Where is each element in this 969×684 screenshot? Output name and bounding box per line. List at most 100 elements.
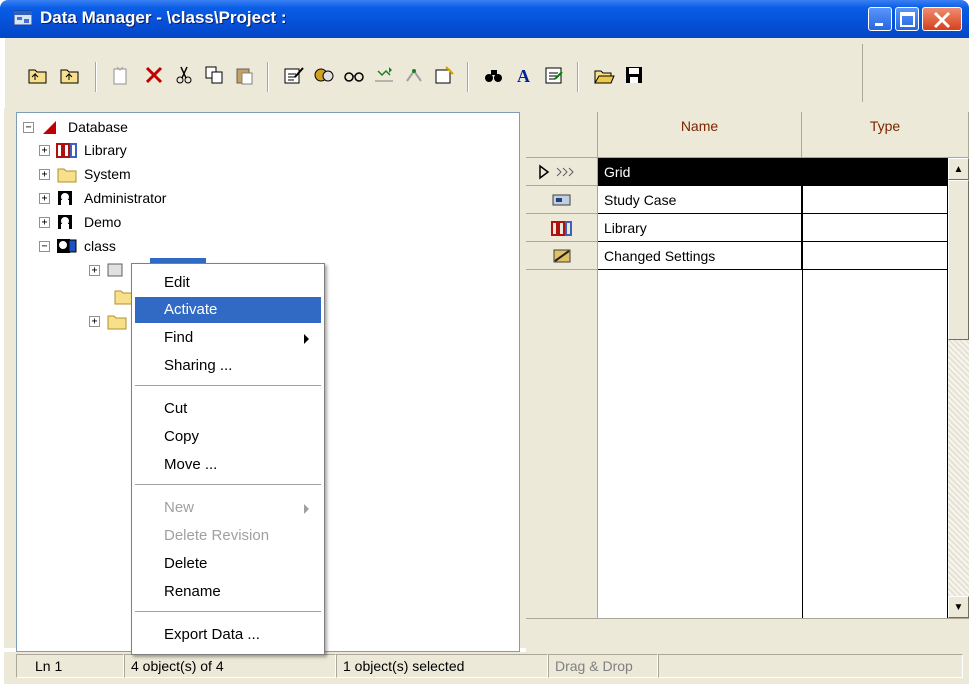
cell-type[interactable] <box>802 186 948 214</box>
delete-icon[interactable] <box>143 64 165 86</box>
table-row[interactable]: Changed Settings <box>526 242 948 270</box>
tree-item-library[interactable]: + Library <box>39 138 127 162</box>
tree-item-label: Demo <box>84 214 122 230</box>
row-header <box>526 158 598 186</box>
expand-icon[interactable]: + <box>39 144 50 156</box>
show-references-icon[interactable] <box>343 64 365 86</box>
expand-icon[interactable]: + <box>39 216 50 228</box>
scroll-down-icon[interactable]: ▼ <box>948 596 969 618</box>
maximize-button[interactable] <box>895 7 919 31</box>
column-header-name[interactable]: Name <box>598 112 802 158</box>
menu-separator <box>135 385 321 386</box>
menu-item-rename[interactable]: Rename <box>135 579 321 605</box>
print-edit-icon[interactable] <box>543 64 565 86</box>
menu-item-find[interactable]: Find <box>135 325 321 351</box>
new-object-icon[interactable] <box>109 64 131 86</box>
table-row[interactable]: Study Case <box>526 186 948 214</box>
paste-icon[interactable] <box>233 64 255 86</box>
scroll-thumb[interactable] <box>948 180 969 340</box>
cut-icon[interactable] <box>173 64 195 86</box>
grid-header: Name Type <box>526 112 969 158</box>
toolbar: A <box>4 38 969 108</box>
scroll-up-icon[interactable]: ▲ <box>948 158 969 180</box>
tree-item-label: Administrator <box>84 190 167 206</box>
up-level-icon[interactable] <box>59 64 81 86</box>
find-icon[interactable] <box>483 64 505 86</box>
folder-icon <box>56 165 78 183</box>
collapse-icon[interactable]: − <box>39 240 50 252</box>
copy-icon[interactable] <box>203 64 225 86</box>
toolbar-row: A <box>5 44 863 102</box>
close-button[interactable] <box>922 7 962 31</box>
menu-item-activate[interactable]: Activate <box>135 297 321 323</box>
svg-text:A: A <box>517 66 530 85</box>
tree-item-database[interactable]: − Database <box>23 115 128 139</box>
vertical-scrollbar[interactable]: ▲ ▼ <box>948 158 969 618</box>
table-row[interactable]: Library <box>526 214 948 242</box>
title-bar: Data Manager - \class\Project : <box>0 0 969 38</box>
menu-item-sharing[interactable]: Sharing ... <box>135 353 321 379</box>
menu-item-delete-revision[interactable]: Delete Revision <box>135 523 321 549</box>
cell-name[interactable]: Changed Settings <box>598 242 802 270</box>
submenu-arrow-icon <box>304 334 309 344</box>
tree-item-administrator[interactable]: + Administrator <box>39 186 166 210</box>
tree-item-class[interactable]: − class <box>39 234 116 258</box>
cell-type[interactable] <box>802 242 948 270</box>
menu-item-move[interactable]: Move ... <box>135 452 321 478</box>
menu-item-new[interactable]: New <box>135 495 321 521</box>
cell-type[interactable] <box>802 158 948 186</box>
tree-item-label: System <box>84 166 131 182</box>
tree-item-label: class <box>84 238 116 254</box>
user-icon <box>56 189 78 207</box>
expand-icon[interactable]: + <box>89 264 100 276</box>
cell-name[interactable]: Study Case <box>598 186 802 214</box>
grid-footer <box>526 618 969 652</box>
tree-item-system[interactable]: + System <box>39 162 131 186</box>
tree-item-folder[interactable]: + <box>89 309 134 333</box>
status-bar: Ln 1 4 object(s) of 4 1 object(s) select… <box>4 652 969 684</box>
status-object-count: 4 object(s) of 4 <box>124 654 336 678</box>
up-folder-icon[interactable] <box>27 64 49 86</box>
save-icon[interactable] <box>623 64 645 86</box>
column-header-type[interactable]: Type <box>802 112 969 158</box>
menu-item-delete[interactable]: Delete <box>135 551 321 577</box>
row-header <box>526 242 598 270</box>
row-header <box>526 186 598 214</box>
open-folder-icon[interactable] <box>593 64 615 86</box>
study-case-icon <box>552 194 570 205</box>
menu-separator <box>135 484 321 485</box>
tree-item-project[interactable]: + <box>89 258 134 282</box>
cell-name[interactable]: Library <box>598 214 802 242</box>
tree-item-label: Database <box>68 119 128 135</box>
filter-icon[interactable] <box>373 64 395 86</box>
expand-icon[interactable]: + <box>89 315 100 327</box>
cell-type[interactable] <box>802 214 948 242</box>
database-icon <box>40 118 62 136</box>
expand-icon[interactable]: + <box>39 192 50 204</box>
expand-icon[interactable]: + <box>39 168 50 180</box>
cell-name[interactable]: Grid <box>598 158 802 186</box>
status-line: Ln 1 <box>16 654 124 678</box>
new-wizard-icon[interactable] <box>433 64 455 86</box>
menu-item-copy[interactable]: Copy <box>135 424 321 450</box>
menu-item-label: New <box>164 499 195 516</box>
folder-icon <box>106 312 128 330</box>
collapse-icon[interactable]: − <box>23 121 34 133</box>
status-drag-drop[interactable]: Drag & Drop <box>548 654 658 678</box>
menu-item-label: Find <box>164 329 194 346</box>
menu-item-cut[interactable]: Cut <box>135 396 321 422</box>
font-icon[interactable]: A <box>513 64 535 86</box>
activate-icon[interactable] <box>313 64 335 86</box>
tree-icon[interactable] <box>403 64 425 86</box>
data-manager-app-icon <box>14 10 32 26</box>
minimize-button[interactable] <box>868 7 892 31</box>
menu-item-edit[interactable]: Edit <box>135 270 321 296</box>
menu-item-export-data[interactable]: Export Data ... <box>135 622 321 648</box>
grid-row-icon <box>538 164 574 179</box>
library-icon <box>56 141 78 159</box>
edit-object-icon[interactable] <box>283 64 305 86</box>
row-header-corner <box>526 112 598 158</box>
tree-item-demo[interactable]: + Demo <box>39 210 121 234</box>
project-icon <box>106 261 128 279</box>
table-row[interactable]: Grid <box>526 158 948 186</box>
